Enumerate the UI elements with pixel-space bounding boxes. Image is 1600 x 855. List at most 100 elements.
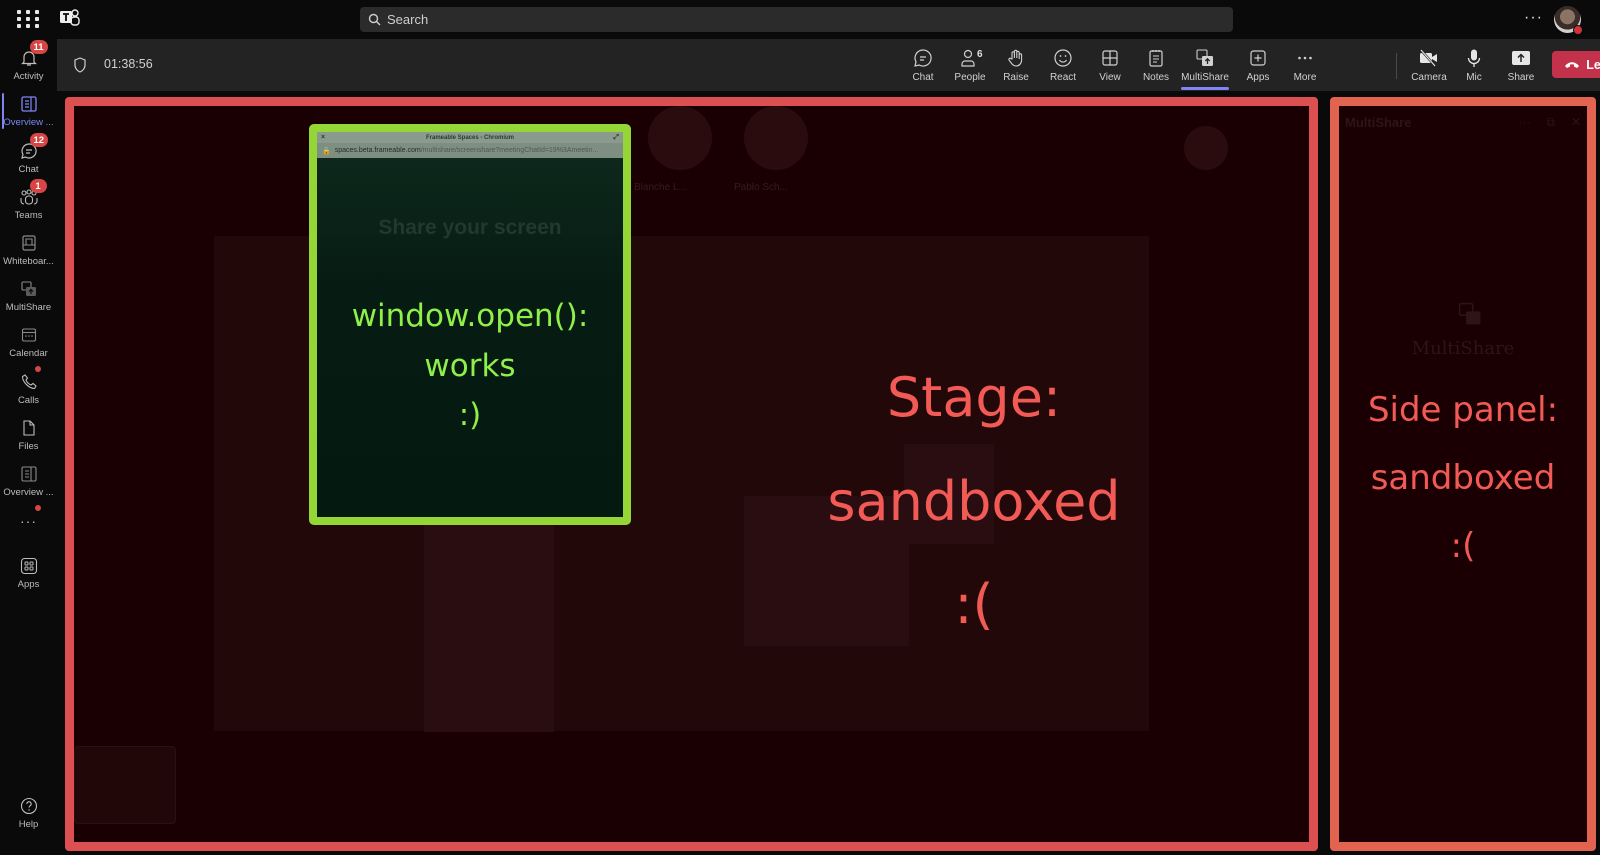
- rail-item-calls[interactable]: Calls: [0, 366, 57, 411]
- toolbar-people-button[interactable]: 6 People: [947, 47, 993, 87]
- rail-item-label: Teams: [14, 210, 43, 221]
- participant-avatar[interactable]: [1184, 126, 1228, 170]
- people-icon: 6: [960, 47, 983, 69]
- side-panel-header: MultiShare ··· ⧉ ✕: [1345, 113, 1581, 131]
- hang-up-icon: [1565, 62, 1580, 68]
- rail-item-help[interactable]: Help: [0, 791, 57, 835]
- url-path: /multishare/screenshare?meetingChatId=19…: [420, 147, 599, 154]
- more-notification-dot: [34, 505, 41, 511]
- popup-address-bar[interactable]: 🔒 spaces.beta.frameable.com/multishare/s…: [317, 143, 623, 158]
- profile-avatar[interactable]: [1554, 6, 1583, 35]
- popup-titlebar[interactable]: × Frameable Spaces - Chromium ⤢: [317, 132, 623, 143]
- toolbar-apps-button[interactable]: Apps: [1235, 47, 1281, 87]
- participant-avatar[interactable]: [648, 106, 712, 170]
- meeting-timer: 01:38:56: [104, 57, 153, 71]
- lock-icon: 🔒: [322, 147, 331, 155]
- chat-icon: 12: [19, 133, 49, 161]
- toolbar-notes-button[interactable]: Notes: [1133, 47, 1179, 87]
- toolbar-chat-button[interactable]: Chat: [900, 47, 946, 87]
- notes-icon: [1146, 47, 1166, 69]
- help-icon: [19, 796, 39, 816]
- rail-item-calendar[interactable]: Calendar: [0, 320, 57, 364]
- side-panel-title: MultiShare: [1345, 114, 1412, 130]
- expand-icon[interactable]: ⤢: [613, 134, 619, 142]
- chromium-popup-window[interactable]: × Frameable Spaces - Chromium ⤢ 🔒 spaces…: [317, 132, 623, 517]
- annotation-line: sandboxed: [827, 469, 1121, 533]
- popout-icon[interactable]: ⧉: [1546, 115, 1555, 130]
- file-icon: [19, 418, 39, 438]
- document-icon: [19, 94, 39, 114]
- document-icon: [19, 464, 39, 484]
- close-icon[interactable]: ✕: [1571, 115, 1581, 130]
- toolbar-multishare-button[interactable]: MultiShare: [1179, 47, 1231, 90]
- toolbar-label: More: [1293, 72, 1317, 83]
- side-panel: MultiShare ··· ⧉ ✕ MultiShare Side panel…: [1330, 97, 1596, 851]
- search-box[interactable]: [360, 7, 1233, 32]
- toolbar-share-button[interactable]: Share: [1498, 47, 1544, 87]
- app-launcher-icon[interactable]: [17, 10, 39, 28]
- rail-item-chat[interactable]: 12 Chat: [0, 133, 57, 180]
- toolbar-label: Camera: [1411, 72, 1447, 83]
- rail-item-overview[interactable]: Overview ...: [0, 89, 57, 133]
- rail-item-apps[interactable]: Apps: [0, 551, 57, 595]
- toolbar-divider: [1396, 53, 1397, 79]
- rail-item-label: Overview ...: [3, 487, 54, 498]
- bell-icon: 11: [19, 40, 48, 68]
- close-icon[interactable]: ×: [321, 134, 325, 141]
- self-view-thumbnail[interactable]: [74, 746, 176, 824]
- toolbar-react-button[interactable]: React: [1040, 47, 1086, 87]
- title-bar: ···: [0, 0, 1600, 39]
- popup-window-highlight: × Frameable Spaces - Chromium ⤢ 🔒 spaces…: [309, 124, 631, 525]
- rail-item-teams[interactable]: 1 Teams: [0, 179, 57, 226]
- url-host: spaces.beta.frameable.com: [334, 147, 421, 154]
- add-app-icon: [1248, 47, 1268, 69]
- annotation-line: window.open():: [351, 298, 589, 334]
- popup-annotation: window.open(): works :): [317, 292, 623, 441]
- share-icon: [1510, 47, 1532, 69]
- meeting-stage: Blanche L... Pablo Sch... Stage: sandbox…: [65, 97, 1318, 851]
- rail-item-label: Whiteboar...: [3, 256, 54, 267]
- participant-avatar[interactable]: [744, 106, 808, 170]
- phone-icon: [19, 366, 41, 392]
- apps-icon: [19, 556, 39, 576]
- search-input[interactable]: [387, 12, 1187, 27]
- smiley-icon: [1053, 47, 1073, 69]
- teams-logo-icon: [60, 9, 80, 26]
- popup-window-title: Frameable Spaces - Chromium: [425, 134, 515, 141]
- toolbar-view-button[interactable]: View: [1087, 47, 1133, 87]
- rail-item-whiteboard[interactable]: Whiteboar...: [0, 228, 57, 272]
- teams-icon: 1: [19, 179, 47, 207]
- toolbar-camera-button[interactable]: Camera: [1404, 47, 1454, 87]
- meeting-toolbar: 01:38:56 Chat 6 People Raise React View …: [57, 39, 1600, 91]
- toolbar-mic-button[interactable]: Mic: [1451, 47, 1497, 87]
- activity-badge: 11: [29, 40, 48, 54]
- teams-badge: 1: [29, 179, 47, 193]
- calls-notification-dot: [34, 366, 41, 372]
- chat-icon: [913, 47, 933, 69]
- toolbar-raise-button[interactable]: Raise: [993, 47, 1039, 87]
- annotation-line: Stage:: [886, 366, 1062, 429]
- participant-name: Pablo Sch...: [734, 182, 788, 193]
- rail-item-more[interactable]: ···: [0, 499, 57, 543]
- stage-annotation: Stage: sandboxed :(: [774, 346, 1174, 657]
- toolbar-more-button[interactable]: More: [1282, 47, 1328, 87]
- rail-item-overview-2[interactable]: Overview ...: [0, 459, 57, 503]
- more-options-icon[interactable]: ···: [1518, 115, 1530, 130]
- rail-item-label: Calendar: [9, 348, 48, 359]
- calendar-icon: [19, 325, 39, 345]
- settings-more-button[interactable]: ···: [1524, 9, 1543, 27]
- leave-button[interactable]: Leave: [1552, 51, 1600, 78]
- annotation-line: :): [458, 397, 482, 434]
- multishare-icon: [1195, 47, 1215, 69]
- rail-item-files[interactable]: Files: [0, 413, 57, 457]
- rail-item-activity[interactable]: 11 Activity: [0, 40, 57, 87]
- rail-item-multishare[interactable]: MultiShare: [0, 274, 57, 318]
- toolbar-label: Mic: [1466, 72, 1482, 83]
- annotation-line: :(: [1450, 526, 1476, 566]
- multishare-icon: [1458, 302, 1481, 325]
- more-icon: [1295, 47, 1315, 69]
- toolbar-label: Chat: [912, 72, 934, 83]
- rail-item-label: MultiShare: [5, 302, 52, 313]
- toolbar-label: Apps: [1246, 72, 1270, 83]
- search-icon: [368, 13, 381, 26]
